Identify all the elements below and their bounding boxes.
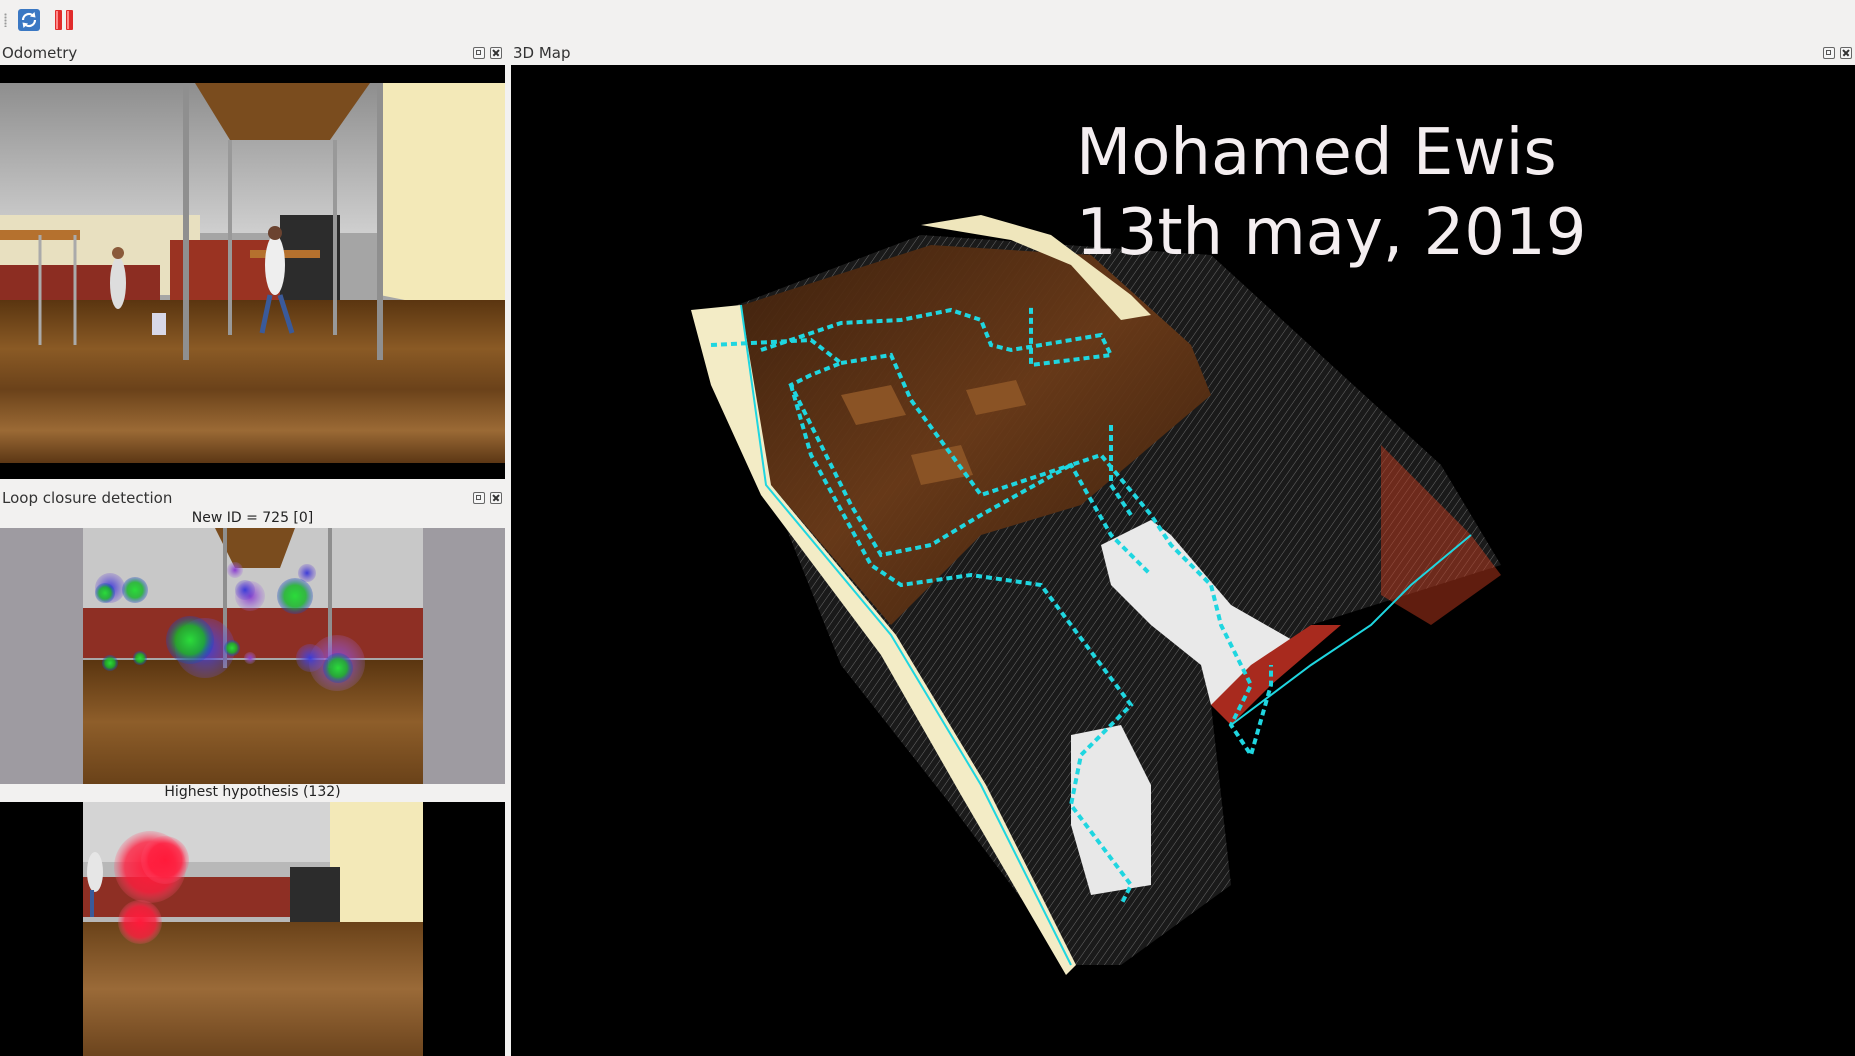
loop-closure-float-button[interactable] [473,492,485,504]
overlay-author: Mohamed Ewis [1076,116,1557,190]
toolbar-grip[interactable] [4,13,7,27]
map3d-dock-buttons [1823,47,1852,59]
highest-hypothesis-label: Highest hypothesis (132) [164,784,341,800]
map3d-float-button[interactable] [1823,47,1835,59]
pause-icon [55,10,73,30]
map3d-close-button[interactable] [1840,47,1852,59]
main-toolbar [0,0,1855,41]
refresh-button[interactable] [14,6,44,34]
refresh-icon [18,9,40,31]
odometry-float-button[interactable] [473,47,485,59]
loop-closure-close-button[interactable] [490,492,502,504]
overlay-date: 13th may, 2019 [1076,196,1587,270]
odometry-dock-buttons [473,47,502,59]
loop-closure-dock-buttons [473,492,502,504]
odometry-camera-image [0,83,505,463]
loop-closure-new-image[interactable] [0,528,505,784]
hypothesis-image-with-features [83,802,423,1056]
loop-closure-title: Loop closure detection [2,489,173,507]
pause-button[interactable] [49,6,79,34]
map3d-view[interactable]: Mohamed Ewis 13th may, 2019 [511,65,1855,1056]
odometry-close-button[interactable] [490,47,502,59]
odometry-view[interactable] [0,65,505,479]
odometry-title: Odometry [2,44,78,62]
loop-closure-hypothesis-image[interactable] [0,802,505,1056]
map3d-title: 3D Map [513,44,571,62]
new-image-with-features [83,528,423,784]
new-id-label: New ID = 725 [0] [191,510,314,526]
